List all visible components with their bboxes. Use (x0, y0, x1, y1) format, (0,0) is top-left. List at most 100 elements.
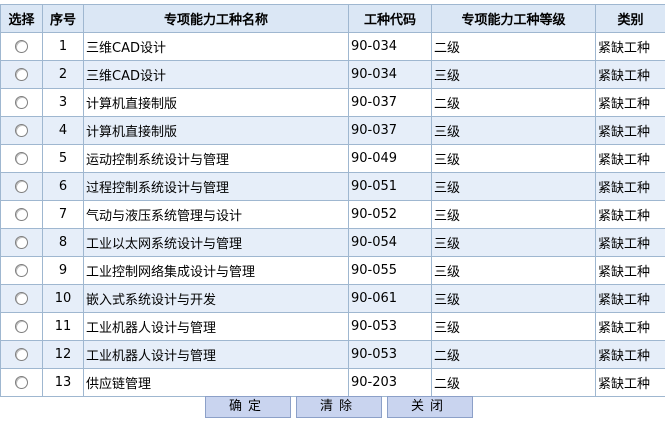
select-radio[interactable] (15, 40, 28, 53)
header-category: 类别 (595, 4, 665, 33)
table-row[interactable]: 10 嵌入式系统设计与开发 90-061 三级 紧缺工种 (0, 284, 665, 313)
code-cell: 90-034 (348, 60, 432, 89)
select-cell (0, 60, 43, 89)
level-cell: 三级 (431, 116, 596, 145)
select-cell (0, 32, 43, 61)
code-cell: 90-061 (348, 284, 432, 313)
category-cell: 紧缺工种 (595, 340, 665, 369)
index-cell: 5 (42, 144, 84, 173)
header-level: 专项能力工种等级 (431, 4, 596, 33)
category-cell: 紧缺工种 (595, 116, 665, 145)
table-row[interactable]: 13 供应链管理 90-203 二级 紧缺工种 (0, 368, 665, 397)
select-radio[interactable] (15, 320, 28, 333)
code-cell: 90-203 (348, 368, 432, 397)
level-cell: 二级 (431, 340, 596, 369)
index-cell: 4 (42, 116, 84, 145)
table-row[interactable]: 4 计算机直接制版 90-037 三级 紧缺工种 (0, 116, 665, 145)
select-radio[interactable] (15, 68, 28, 81)
table-row[interactable]: 9 工业控制网络集成设计与管理 90-055 三级 紧缺工种 (0, 256, 665, 285)
category-cell: 紧缺工种 (595, 368, 665, 397)
select-cell (0, 228, 43, 257)
code-cell: 90-034 (348, 32, 432, 61)
name-cell: 气动与液压系统管理与设计 (83, 200, 349, 229)
select-radio[interactable] (15, 124, 28, 137)
job-type-table: 选择 序号 专项能力工种名称 工种代码 专项能力工种等级 类别 1 三维CAD设计… (0, 4, 665, 397)
code-cell: 90-051 (348, 172, 432, 201)
index-cell: 12 (42, 340, 84, 369)
dialog: 选择 序号 专项能力工种名称 工种代码 专项能力工种等级 类别 1 三维CAD设计… (0, 0, 665, 421)
select-cell (0, 88, 43, 117)
category-cell: 紧缺工种 (595, 312, 665, 341)
index-cell: 3 (42, 88, 84, 117)
level-cell: 三级 (431, 284, 596, 313)
category-cell: 紧缺工种 (595, 256, 665, 285)
table-row[interactable]: 1 三维CAD设计 90-034 二级 紧缺工种 (0, 32, 665, 61)
index-cell: 7 (42, 200, 84, 229)
name-cell: 三维CAD设计 (83, 32, 349, 61)
button-bar: 确定 清除 关闭 (0, 396, 665, 418)
category-cell: 紧缺工种 (595, 228, 665, 257)
table-row[interactable]: 12 工业机器人设计与管理 90-053 二级 紧缺工种 (0, 340, 665, 369)
select-radio[interactable] (15, 208, 28, 221)
level-cell: 三级 (431, 144, 596, 173)
code-cell: 90-052 (348, 200, 432, 229)
select-radio[interactable] (15, 152, 28, 165)
close-button[interactable]: 关闭 (387, 396, 473, 418)
code-cell: 90-053 (348, 312, 432, 341)
table-row[interactable]: 11 工业机器人设计与管理 90-053 三级 紧缺工种 (0, 312, 665, 341)
code-cell: 90-053 (348, 340, 432, 369)
category-cell: 紧缺工种 (595, 60, 665, 89)
select-radio[interactable] (15, 264, 28, 277)
index-cell: 8 (42, 228, 84, 257)
name-cell: 三维CAD设计 (83, 60, 349, 89)
name-cell: 计算机直接制版 (83, 116, 349, 145)
confirm-button[interactable]: 确定 (205, 396, 291, 418)
table-row[interactable]: 6 过程控制系统设计与管理 90-051 三级 紧缺工种 (0, 172, 665, 201)
level-cell: 二级 (431, 88, 596, 117)
code-cell: 90-037 (348, 88, 432, 117)
level-cell: 三级 (431, 60, 596, 89)
name-cell: 运动控制系统设计与管理 (83, 144, 349, 173)
category-cell: 紧缺工种 (595, 200, 665, 229)
name-cell: 过程控制系统设计与管理 (83, 172, 349, 201)
select-radio[interactable] (15, 96, 28, 109)
header-select: 选择 (0, 4, 43, 33)
select-radio[interactable] (15, 236, 28, 249)
name-cell: 计算机直接制版 (83, 88, 349, 117)
name-cell: 工业机器人设计与管理 (83, 340, 349, 369)
table-row[interactable]: 2 三维CAD设计 90-034 三级 紧缺工种 (0, 60, 665, 89)
select-cell (0, 200, 43, 229)
select-cell (0, 116, 43, 145)
clear-button[interactable]: 清除 (296, 396, 382, 418)
select-cell (0, 144, 43, 173)
index-cell: 6 (42, 172, 84, 201)
code-cell: 90-054 (348, 228, 432, 257)
category-cell: 紧缺工种 (595, 88, 665, 117)
header-name: 专项能力工种名称 (83, 4, 349, 33)
name-cell: 工业机器人设计与管理 (83, 312, 349, 341)
level-cell: 三级 (431, 228, 596, 257)
select-radio[interactable] (15, 348, 28, 361)
category-cell: 紧缺工种 (595, 32, 665, 61)
select-radio[interactable] (15, 180, 28, 193)
select-cell (0, 256, 43, 285)
header-code: 工种代码 (348, 4, 432, 33)
table-row[interactable]: 8 工业以太网系统设计与管理 90-054 三级 紧缺工种 (0, 228, 665, 257)
header-index: 序号 (42, 4, 84, 33)
index-cell: 11 (42, 312, 84, 341)
table-header-row: 选择 序号 专项能力工种名称 工种代码 专项能力工种等级 类别 (0, 4, 665, 33)
level-cell: 三级 (431, 200, 596, 229)
table-row[interactable]: 3 计算机直接制版 90-037 二级 紧缺工种 (0, 88, 665, 117)
select-cell (0, 312, 43, 341)
table-row[interactable]: 5 运动控制系统设计与管理 90-049 三级 紧缺工种 (0, 144, 665, 173)
index-cell: 1 (42, 32, 84, 61)
code-cell: 90-049 (348, 144, 432, 173)
name-cell: 嵌入式系统设计与开发 (83, 284, 349, 313)
level-cell: 二级 (431, 32, 596, 61)
select-cell (0, 368, 43, 397)
select-radio[interactable] (15, 292, 28, 305)
name-cell: 供应链管理 (83, 368, 349, 397)
select-cell (0, 284, 43, 313)
table-row[interactable]: 7 气动与液压系统管理与设计 90-052 三级 紧缺工种 (0, 200, 665, 229)
select-radio[interactable] (15, 376, 28, 389)
